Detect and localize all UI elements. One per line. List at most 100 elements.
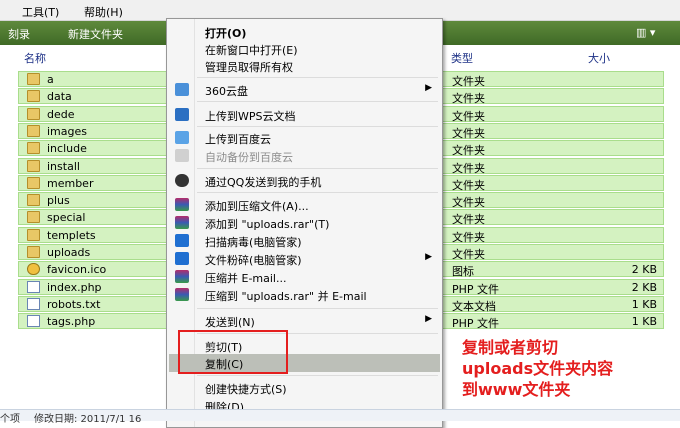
column-header-name[interactable]: 名称 (18, 46, 158, 66)
qq-penguin-icon (175, 174, 189, 187)
submenu-arrow-icon: ▶ (425, 314, 432, 324)
menu-item-label: 管理员取得所有权 (205, 61, 293, 74)
menu-item-upload-baidu[interactable]: 上传到百度云 (169, 129, 440, 147)
menu-tools[interactable]: 工具(T) (22, 4, 59, 20)
menu-item-label: 360云盘 (205, 85, 248, 98)
file-name: a (47, 73, 54, 86)
menu-item-auto-backup-baidu: 自动备份到百度云 (169, 147, 440, 165)
menu-separator (197, 126, 438, 127)
ico-file-icon (27, 263, 40, 275)
file-type: 文件夹 (452, 144, 485, 157)
menu-separator (197, 308, 438, 309)
menu-item-open[interactable]: 打开(O) (169, 23, 440, 41)
folder-icon (27, 211, 40, 223)
menu-item-scan-virus[interactable]: 扫描病毒(电脑管家) (169, 232, 440, 250)
file-name: uploads (47, 246, 91, 259)
menu-item-shred[interactable]: 文件粉碎(电脑管家) ▶ (169, 250, 440, 268)
menu-item-compress-rar-email[interactable]: 压缩到 "uploads.rar" 并 E-mail (169, 286, 440, 304)
file-type: 文本文档 (452, 300, 496, 313)
menu-item-add-uploads-rar[interactable]: 添加到 "uploads.rar"(T) (169, 214, 440, 232)
folder-icon (27, 160, 40, 172)
folder-icon (27, 125, 40, 137)
menu-help[interactable]: 帮助(H) (84, 4, 123, 20)
menu-item-label: 通过QQ发送到我的手机 (205, 176, 322, 189)
file-name: favicon.ico (47, 263, 107, 276)
winrar-icon (175, 216, 189, 229)
folder-icon (27, 73, 40, 85)
folder-icon (27, 142, 40, 154)
menu-item-label: 扫描病毒(电脑管家) (205, 236, 302, 249)
column-size-label: 大小 (588, 52, 610, 65)
menu-item-label: 文件粉碎(电脑管家) (205, 254, 302, 267)
menu-item-send-qq-phone[interactable]: 通过QQ发送到我的手机 (169, 172, 440, 190)
file-name: member (47, 177, 94, 190)
file-type: 图标 (452, 265, 474, 278)
menu-item-compress-email[interactable]: 压缩并 E-mail... (169, 268, 440, 286)
view-options-icon[interactable]: ▥ ▾ (636, 26, 662, 40)
file-size: 2 KB (631, 263, 657, 276)
file-type: 文件夹 (452, 75, 485, 88)
file-size: 2 KB (631, 281, 657, 294)
submenu-arrow-icon: ▶ (425, 252, 432, 262)
menu-separator (197, 101, 438, 102)
menu-item-send-to[interactable]: 发送到(N) ▶ (169, 312, 440, 330)
wps-cloud-icon (175, 108, 189, 121)
menu-item-label: 打开(O) (205, 27, 247, 40)
menu-item-add-archive[interactable]: 添加到压缩文件(A)... (169, 196, 440, 214)
submenu-arrow-icon: ▶ (425, 83, 432, 93)
file-name: tags.php (47, 315, 96, 328)
folder-icon (27, 90, 40, 102)
new-folder-button[interactable]: 新建文件夹 (68, 26, 123, 42)
file-icon (27, 315, 40, 327)
menu-item-open-new-window[interactable]: 在新窗口中打开(E) (169, 40, 440, 58)
file-type: 文件夹 (452, 110, 485, 123)
menu-item-360-cloud[interactable]: 360云盘 ▶ (169, 81, 440, 99)
file-icon (27, 298, 40, 310)
file-type: 文件夹 (452, 92, 485, 105)
file-type: 文件夹 (452, 127, 485, 140)
menu-item-label: 在新窗口中打开(E) (205, 44, 298, 57)
file-size: 1 KB (631, 298, 657, 311)
file-type: 文件夹 (452, 248, 485, 261)
column-header-type[interactable]: 类型 (446, 46, 584, 66)
menu-separator (197, 192, 438, 193)
menu-item-label: 添加到 "uploads.rar"(T) (205, 218, 330, 231)
folder-icon (27, 177, 40, 189)
menu-item-label: 压缩并 E-mail... (205, 272, 287, 285)
menu-item-upload-wps[interactable]: 上传到WPS云文档 (169, 106, 440, 124)
file-name: plus (47, 194, 70, 207)
menu-item-take-ownership[interactable]: 管理员取得所有权 (169, 57, 440, 75)
file-name: include (47, 142, 87, 155)
menu-separator (197, 375, 438, 376)
status-item-count: 个项 (0, 414, 20, 425)
file-name: dede (47, 108, 75, 121)
menu-item-label: 创建快捷方式(S) (205, 383, 287, 396)
winrar-icon (175, 198, 189, 211)
file-type: 文件夹 (452, 231, 485, 244)
file-name: images (47, 125, 87, 138)
menu-item-label: 上传到WPS云文档 (205, 110, 296, 123)
cloud360-icon (175, 83, 189, 96)
file-type: PHP 文件 (452, 283, 500, 296)
menu-item-label: 发送到(N) (205, 316, 255, 329)
file-type: PHP 文件 (452, 317, 500, 330)
file-name: robots.txt (47, 298, 101, 311)
file-type: 文件夹 (452, 179, 485, 192)
menu-item-label: 自动备份到百度云 (205, 151, 293, 164)
folder-icon (27, 194, 40, 206)
menu-separator (197, 168, 438, 169)
baidu-cloud-icon (175, 131, 189, 144)
column-header-size[interactable]: 大小 (584, 46, 664, 66)
file-name: index.php (47, 281, 102, 294)
baidu-backup-icon (175, 149, 189, 162)
menu-item-create-shortcut[interactable]: 创建快捷方式(S) (169, 379, 440, 397)
menu-separator (197, 77, 438, 78)
folder-icon (27, 246, 40, 258)
winrar-icon (175, 270, 189, 283)
file-type: 文件夹 (452, 196, 485, 209)
menu-item-label: 压缩到 "uploads.rar" 并 E-mail (205, 290, 367, 303)
annotation-line-3: 到www文件夹 (462, 380, 571, 399)
file-name: data (47, 90, 72, 103)
burn-button[interactable]: 刻录 (8, 26, 30, 42)
file-name: templets (47, 229, 96, 242)
